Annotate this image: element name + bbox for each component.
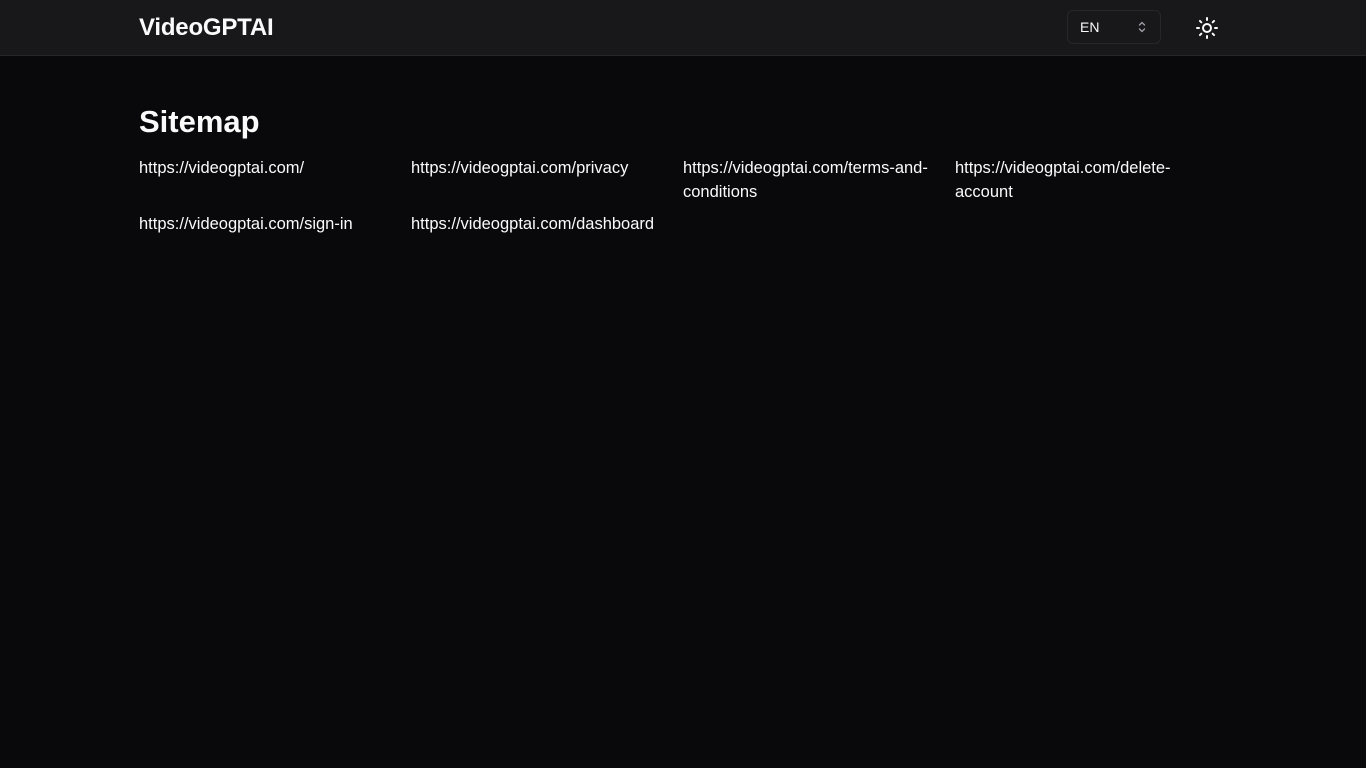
sun-icon	[1195, 16, 1219, 40]
brand-logo-link[interactable]: VideoGPTAI	[139, 13, 274, 43]
language-select-value: EN	[1080, 19, 1100, 35]
language-select[interactable]: EN	[1067, 10, 1161, 44]
site-header: VideoGPTAI EN	[0, 0, 1366, 56]
main-content: Sitemap https://videogptai.com/ https://…	[139, 100, 1227, 236]
sitemap-link-terms-and-conditions[interactable]: https://videogptai.com/terms-and-conditi…	[683, 156, 955, 204]
theme-toggle-button[interactable]	[1191, 12, 1223, 44]
sitemap-link-sign-in[interactable]: https://videogptai.com/sign-in	[139, 212, 411, 236]
sitemap-link-dashboard[interactable]: https://videogptai.com/dashboard	[411, 212, 683, 236]
sitemap-link-home[interactable]: https://videogptai.com/	[139, 156, 411, 204]
sitemap-link-delete-account[interactable]: https://videogptai.com/delete-account	[955, 156, 1227, 204]
page-title: Sitemap	[139, 104, 260, 139]
sitemap-link-privacy[interactable]: https://videogptai.com/privacy	[411, 156, 683, 204]
chevron-up-down-icon	[1136, 20, 1148, 34]
sitemap-link-grid: https://videogptai.com/ https://videogpt…	[139, 156, 1227, 236]
